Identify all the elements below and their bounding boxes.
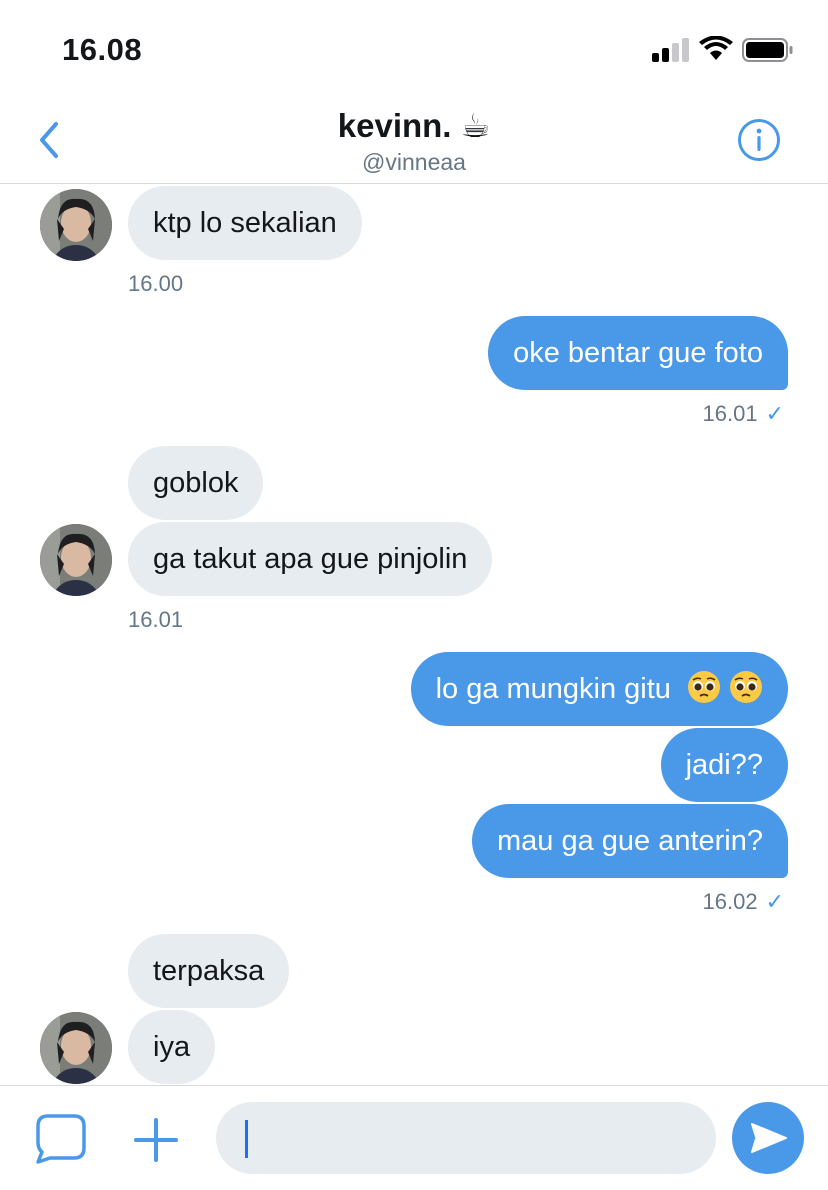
incoming-message[interactable]: ktp lo sekalian: [128, 186, 362, 260]
read-check-icon: ✓: [765, 401, 784, 426]
outgoing-message[interactable]: lo ga mungkin gitu: [410, 652, 788, 726]
read-check-icon: ✓: [765, 889, 784, 914]
signal-icon: [652, 38, 690, 62]
plus-icon[interactable]: [132, 1116, 180, 1164]
message-list[interactable]: ktp lo sekalian 16.00 oke bentar gue fot…: [0, 185, 828, 1085]
avatar-image: [40, 1012, 112, 1084]
incoming-message[interactable]: ga takut apa gue pinjolin: [128, 522, 493, 596]
avatar-image: [40, 524, 112, 596]
battery-icon: [742, 38, 793, 62]
status-bar: 16.08: [0, 0, 828, 92]
send-button[interactable]: [732, 1102, 804, 1174]
title-block[interactable]: kevinn. ☕ @vinneaa: [0, 106, 828, 176]
message-input[interactable]: [216, 1102, 716, 1174]
incoming-message[interactable]: goblok: [128, 446, 264, 520]
avatar[interactable]: [40, 524, 112, 596]
avatar[interactable]: [40, 1012, 112, 1084]
speech-bubble-icon[interactable]: [34, 1112, 88, 1166]
pleading-face-emoji: [730, 671, 762, 703]
outgoing-message[interactable]: oke bentar gue foto: [488, 316, 788, 390]
avatar-image: [40, 189, 112, 261]
info-icon[interactable]: [737, 118, 781, 162]
message-timestamp: 16.01 ✓: [702, 401, 785, 426]
text-caret: [245, 1120, 248, 1158]
send-icon: [751, 1123, 787, 1153]
message-timestamp: 16.00: [128, 271, 184, 296]
pleading-face-emoji: [688, 671, 720, 703]
conversation-title: kevinn. ☕: [337, 107, 491, 144]
incoming-message[interactable]: terpaksa: [128, 934, 290, 1008]
incoming-message[interactable]: iya: [128, 1010, 216, 1084]
message-timestamp: 16.02 ✓: [702, 889, 785, 914]
status-time: 16.08: [62, 32, 143, 67]
outgoing-message[interactable]: mau ga gue anterin?: [471, 804, 788, 878]
message-composer: [0, 1085, 828, 1190]
wifi-icon: [699, 36, 733, 60]
conversation-header: kevinn. ☕ @vinneaa: [0, 92, 828, 184]
message-timestamp: 16.01: [128, 607, 184, 632]
conversation-handle: @vinneaa: [362, 149, 466, 175]
avatar[interactable]: [40, 189, 112, 261]
outgoing-message[interactable]: jadi??: [660, 728, 788, 802]
